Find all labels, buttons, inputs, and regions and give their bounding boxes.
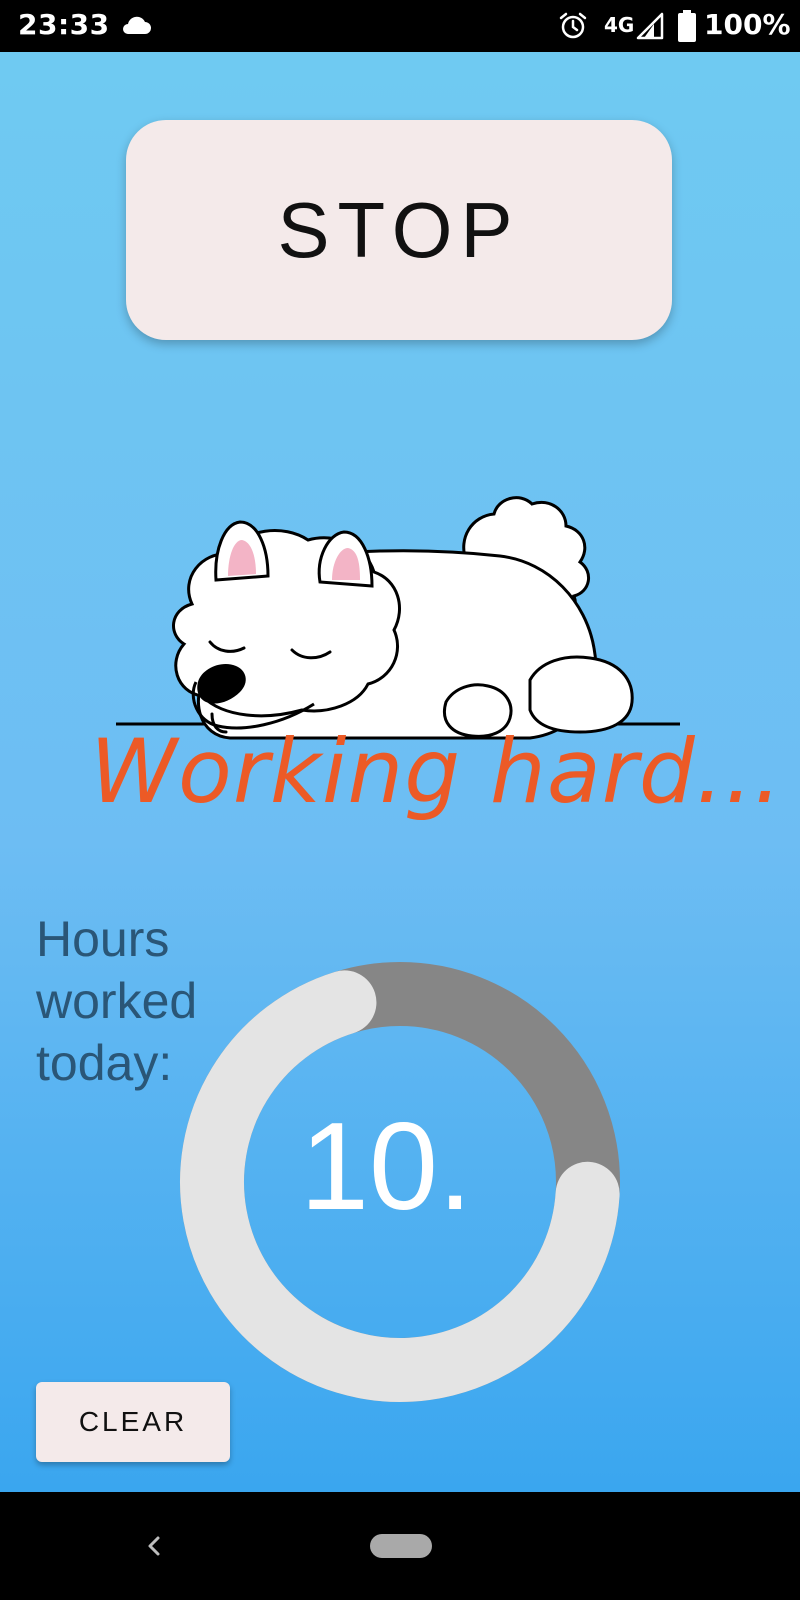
home-pill[interactable] — [370, 1534, 432, 1558]
status-time: 23:33 — [18, 8, 110, 41]
clear-button[interactable]: CLEAR — [36, 1382, 230, 1462]
battery-level: 100% — [704, 8, 791, 41]
status-bar: 23:33 4G 100% — [0, 0, 800, 52]
navigation-bar — [0, 1492, 800, 1600]
battery-icon — [678, 10, 696, 42]
stop-button[interactable]: STOP — [126, 120, 672, 340]
cloud-icon — [123, 16, 151, 34]
network-type: 4G — [604, 13, 635, 37]
stop-button-label: STOP — [277, 185, 521, 274]
back-icon[interactable] — [140, 1526, 168, 1566]
app-content: STOP Working hard... Hours worked today:… — [0, 52, 800, 1492]
status-message: Working hard... — [90, 720, 783, 823]
hours-worked-value: 10. — [300, 1104, 473, 1236]
signal-icon — [636, 12, 664, 40]
alarm-icon — [559, 12, 587, 39]
clear-button-label: CLEAR — [78, 1406, 188, 1437]
